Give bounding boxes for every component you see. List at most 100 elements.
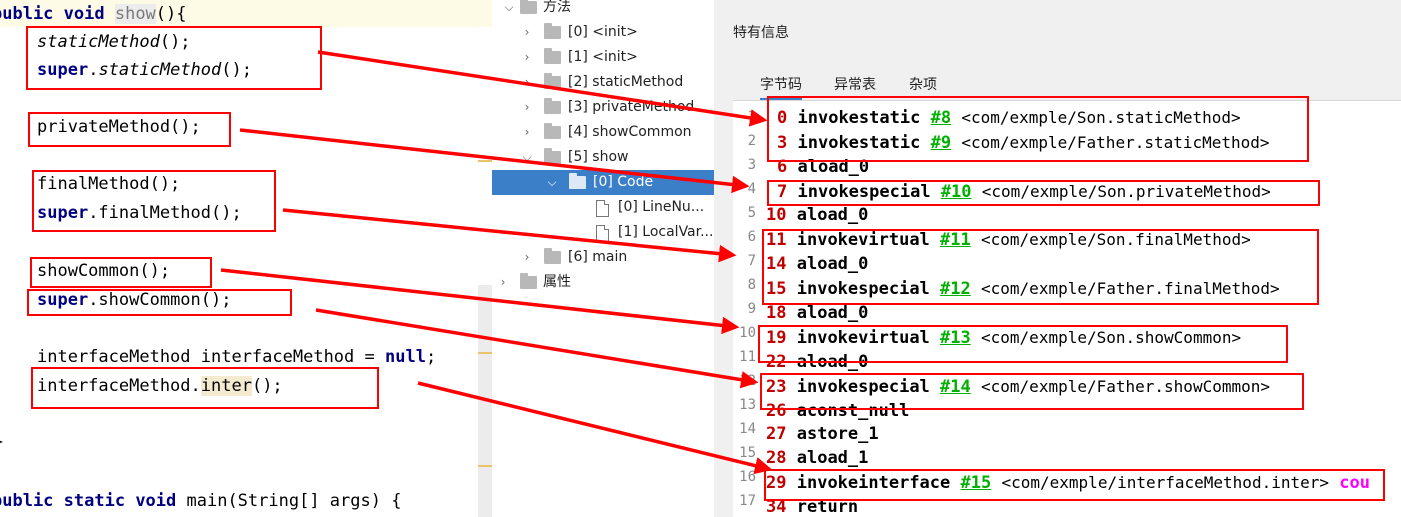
bytecode-off: 22	[766, 352, 787, 372]
code-text: .showCommon();	[88, 290, 232, 310]
bytecode-ref[interactable]: #9	[931, 133, 951, 153]
chevron-right-icon[interactable]: ›	[496, 270, 510, 295]
bytecode-line-number: 17	[739, 493, 756, 509]
bytecode-op: aload_0	[797, 157, 870, 177]
chevron-right-icon[interactable]: ›	[520, 70, 534, 95]
keyword-super: super	[37, 203, 89, 223]
bytecode-line-number: 13	[739, 397, 756, 413]
tree-label: 方法	[543, 0, 571, 15]
tree-node-init-0[interactable]: › [0] <init>	[492, 20, 714, 45]
bytecode-off: 26	[766, 401, 787, 421]
folder-icon	[544, 73, 561, 89]
editor-scrollbar[interactable]	[478, 285, 492, 517]
source-editor[interactable]: public void show(){ staticMethod(); supe…	[0, 0, 492, 517]
bytecode-ref[interactable]: #10	[941, 182, 972, 202]
bytecode-op: invokevirtual	[796, 230, 930, 250]
bytecode-line-number: 9	[747, 301, 756, 317]
bytecode-off: 18	[766, 303, 787, 323]
tab-misc[interactable]: 杂项	[909, 74, 937, 94]
bytecode-line-number: 14	[739, 421, 756, 437]
tree-label: [1] <init>	[568, 49, 638, 65]
method-name-show: show	[114, 4, 156, 24]
bytecode-line-number: 4	[747, 181, 756, 197]
code-line-static-method: staticMethod();	[37, 31, 191, 53]
bytecode-line-number: 11	[739, 349, 756, 365]
bytecode-ref[interactable]: #13	[940, 328, 971, 348]
tree-node-show[interactable]: ⌵ [5] show	[492, 145, 714, 170]
bytecode-row: 29 invokeinterface #15 <com/exmple/inter…	[766, 473, 1370, 493]
code-line-private-method: privateMethod();	[37, 117, 201, 137]
bytecode-row: 18 aload_0	[766, 303, 868, 323]
chevron-right-icon[interactable]: ›	[520, 120, 534, 145]
bytecode-ref[interactable]: #12	[940, 279, 971, 299]
keyword-super: super	[37, 290, 89, 310]
bytecode-off: 27	[766, 424, 787, 444]
bytecode-target: <com/exmple/Father.showCommon>	[981, 377, 1270, 396]
info-title: 特有信息	[733, 25, 789, 41]
code-text: ();	[221, 60, 252, 80]
tab-bytecode[interactable]: 字节码	[760, 74, 802, 100]
bytecode-op: invokestatic	[797, 108, 921, 128]
bytecode-row: 34 return	[766, 497, 858, 517]
tree-node-show-common[interactable]: › [4] showCommon	[492, 120, 714, 145]
folder-icon	[544, 148, 561, 164]
tree-node-local-vars[interactable]: [1] LocalVar...	[492, 220, 714, 245]
chevron-down-icon[interactable]: ⌵	[545, 170, 559, 195]
chevron-right-icon[interactable]: ›	[520, 45, 534, 70]
bytecode-ref[interactable]: #14	[940, 377, 971, 397]
bytecode-op: aload_0	[796, 205, 869, 225]
bytecode-ref[interactable]: #8	[931, 108, 951, 128]
bytecode-target: <com/exmple/interfaceMethod.inter>	[1001, 473, 1329, 492]
call-static-method: staticMethod	[37, 32, 160, 52]
tree-node-static-method[interactable]: › [2] staticMethod	[492, 70, 714, 95]
bytecode-line-number: 15	[739, 445, 756, 461]
bytecode-off: 15	[766, 279, 787, 299]
bytecode-op: invokeinterface	[796, 473, 951, 493]
tree-label: [6] main	[568, 249, 628, 265]
code-text: ();	[159, 32, 191, 52]
chevron-right-icon[interactable]: ›	[520, 20, 534, 45]
bytecode-row: 0 invokestatic #8 <com/exmple/Son.static…	[777, 108, 1241, 128]
bytecode-line-number: 16	[739, 469, 756, 485]
folder-icon	[520, 0, 537, 14]
bytecode-op: invokestatic	[797, 133, 921, 153]
chevron-right-icon[interactable]: ›	[520, 95, 534, 120]
code-line-close-brace: }	[0, 431, 4, 453]
bytecode-ref[interactable]: #11	[940, 230, 971, 250]
bytecode-off: 11	[766, 230, 787, 250]
tree-node-code-selected[interactable]: ⌵ [0] Code	[492, 170, 714, 195]
tree-node-methods[interactable]: ⌵ 方法	[492, 0, 714, 20]
tree-node-init-1[interactable]: › [1] <init>	[492, 45, 714, 70]
bytecode-ref[interactable]: #15	[961, 473, 992, 493]
gutter-marker	[478, 465, 492, 467]
code-line-interface-decl: interfaceMethod interfaceMethod = null;	[37, 346, 436, 368]
bytecode-row: 6 aload_0	[777, 157, 869, 177]
tree-node-line-numbers[interactable]: [0] LineNu...	[492, 195, 714, 220]
chevron-right-icon[interactable]: ›	[520, 245, 534, 270]
chevron-down-icon[interactable]: ⌵	[520, 145, 534, 170]
tree-node-main[interactable]: › [6] main	[492, 245, 714, 270]
tree-node-private-method[interactable]: › [3] privateMethod	[492, 95, 714, 120]
code-text: (){	[155, 4, 187, 24]
chevron-down-icon[interactable]: ⌵	[502, 0, 516, 20]
bytecode-line-number: 5	[747, 205, 756, 221]
class-structure-tree[interactable]: ⌵ 方法 › [0] <init> › [1] <init> › [2] sta…	[492, 0, 714, 517]
keyword-static: static	[53, 491, 126, 511]
code-line-super-final-method: super.finalMethod();	[37, 202, 242, 224]
method-inter-highlight: inter	[200, 376, 252, 396]
bytecode-op: return	[796, 497, 859, 517]
call-static-method: staticMethod	[98, 60, 222, 80]
tab-exception-table[interactable]: 异常表	[834, 74, 876, 94]
code-text: interfaceMethod.	[37, 376, 201, 396]
bytecode-extra: cou	[1339, 473, 1370, 493]
tree-node-attributes[interactable]: › 属性	[492, 270, 714, 295]
code-text: interfaceMethod interfaceMethod =	[37, 347, 385, 367]
bytecode-target: <com/exmple/Father.staticMethod>	[961, 133, 1270, 152]
code-line-main-decl: public static void main(String[] args) {	[0, 490, 401, 512]
bytecode-line-number: 1	[747, 109, 756, 125]
bytecode-op: aload_0	[796, 254, 869, 274]
bytecode-op: invokevirtual	[796, 328, 930, 348]
code-line-show-decl: public void show(){	[0, 3, 187, 25]
code-line-final-method: finalMethod();	[37, 174, 181, 194]
bytecode-op: invokespecial	[797, 182, 931, 202]
